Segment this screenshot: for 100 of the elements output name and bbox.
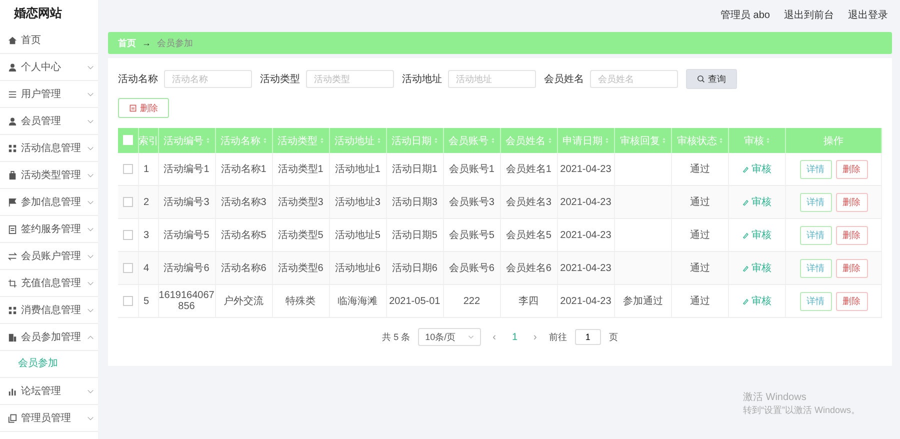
table-cell: 活动类型5 [278,230,324,241]
search-field[interactable]: 活动名称 [164,70,252,88]
sort-icon[interactable] [718,136,723,144]
detail-button[interactable]: 详情 [800,292,832,310]
table-cell: 会员姓名1 [506,164,552,175]
table-cell: 2021-04-23 [560,296,612,306]
table-cell: 活动编号5 [164,230,210,241]
user-icon [8,62,17,72]
table-cell: 会员姓名5 [506,230,552,241]
sidebar-item[interactable]: 首页 [0,27,98,54]
bag-icon [8,170,17,180]
page-suffix: 页 [608,330,618,344]
delete-button[interactable]: 删除 [836,258,868,278]
next-page-button[interactable]: › [530,332,541,342]
table-cell: 户外交流 [224,296,264,307]
sort-icon[interactable] [604,136,609,144]
sidebar-item[interactable]: 个人中心 [0,54,98,81]
row-checkbox[interactable] [122,230,133,240]
table-cell: 活动编号3 [164,197,210,208]
detail-button[interactable]: 详情 [800,258,832,278]
audit-link[interactable]: 审核 [742,228,772,242]
page-size-select[interactable]: 10条/页 [418,328,481,346]
delete-button[interactable]: 删除 [118,98,169,118]
delete-button[interactable]: 删除 [836,226,868,244]
table-cell: 2 [144,196,150,208]
table-cell: 通过 [690,164,710,175]
row-checkbox[interactable] [122,262,133,273]
sidebar-item[interactable]: 用户管理 [0,81,98,108]
table-cell: 李四 [518,296,539,307]
table-cell: 通过 [690,296,710,307]
sort-icon[interactable] [766,136,770,144]
table-cell: 参加通过 [622,296,663,307]
search-field[interactable]: 活动类型 [306,70,394,88]
crop-icon [8,278,17,288]
sidebar-item[interactable]: 活动信息管理 [0,135,98,162]
search-button[interactable]: 查询 [686,69,737,89]
delete-button[interactable]: 删除 [836,160,868,178]
sidebar-item[interactable]: 管理员管理 [0,405,98,432]
sort-icon[interactable] [376,136,381,144]
table-cell: 活动编号1 [164,164,210,175]
audit-link[interactable]: 审核 [742,162,772,176]
table-cell: 活动日期5 [392,230,438,241]
table-cell: 活动地址6 [334,263,380,274]
row-checkbox[interactable] [122,296,133,306]
select-all-checkbox[interactable] [122,135,133,146]
chart-icon [8,332,17,342]
field-label: 会员姓名 [544,73,584,86]
search-field[interactable]: 会员姓名 [590,70,678,88]
sidebar-item[interactable]: 签约服务管理 [0,216,98,243]
sort-icon[interactable] [434,136,438,144]
breadcrumb-current: 会员参加 [157,36,193,50]
table-cell: 会员账号1 [448,164,494,175]
sidebar-item[interactable]: 会员账户管理 [0,243,98,270]
search-icon [697,75,705,83]
sort-icon[interactable] [320,136,324,144]
row-checkbox[interactable] [122,196,133,207]
flag-icon [8,198,17,206]
sort-icon[interactable] [490,136,495,144]
detail-button[interactable]: 详情 [800,192,832,212]
table-cell: 活动地址3 [334,197,380,208]
field-label: 活动地址 [402,72,442,86]
goto-page-field[interactable]: 1 [574,329,601,345]
table-cell: 活动类型6 [278,263,324,274]
table-cell: 会员姓名6 [506,263,552,274]
prev-page-button[interactable]: ‹ [488,332,500,342]
table-cell: 活动名称5 [220,230,266,241]
page-number[interactable]: 1 [508,332,522,342]
sort-icon[interactable] [548,136,552,144]
detail-button[interactable]: 详情 [800,160,832,178]
breadcrumb-separator: → [142,38,151,48]
table-cell: 2021-04-23 [560,164,612,174]
sidebar-item[interactable]: 论坛管理 [0,378,98,405]
sort-icon[interactable] [262,136,267,144]
detail-button[interactable]: 详情 [800,226,832,244]
search-field[interactable]: 活动地址 [448,70,536,88]
audit-link[interactable]: 审核 [742,294,772,308]
sidebar-item[interactable]: 会员参加管理 [0,324,98,351]
field-label: 活动类型 [260,72,300,86]
table-cell: 活动名称3 [220,197,266,208]
sidebar-item[interactable]: 充值信息管理 [0,270,98,297]
bars-icon [8,386,17,396]
table-cell: 活动类型1 [278,164,324,175]
header-link[interactable]: 退出登录 [848,8,888,22]
sidebar-item[interactable]: 消费信息管理 [0,297,98,324]
table-cell: 通过 [690,197,710,208]
delete-button[interactable]: 删除 [836,292,868,310]
sidebar-item[interactable]: 参加信息管理 [0,189,98,216]
sidebar-subitem[interactable]: 会员参加 [0,351,98,378]
sidebar-item[interactable]: 会员管理 [0,108,98,135]
grid-icon [8,144,17,152]
trash-icon [129,104,137,112]
pencil-icon [742,166,750,172]
sort-icon[interactable] [206,136,210,144]
delete-button[interactable]: 删除 [836,192,868,212]
header-link[interactable]: 退出到前台 [784,8,834,22]
sidebar-item[interactable]: 活动类型管理 [0,162,98,189]
table-cell: 活动地址1 [334,164,380,175]
row-checkbox[interactable] [122,164,133,174]
pencil-icon [742,264,750,272]
sort-icon[interactable] [662,136,666,144]
